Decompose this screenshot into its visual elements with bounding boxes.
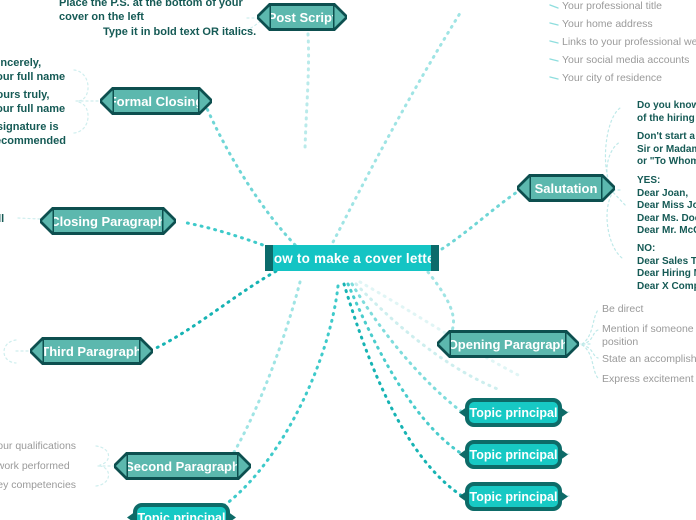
hex-cap-left	[30, 337, 44, 365]
leaf-header-home-address: Your home address	[562, 18, 653, 30]
branch-label-salutation: Salutation	[534, 180, 598, 196]
leaf-post-script-formatting: Type it in bold text OR italics.	[103, 26, 257, 38]
hex-cap-right	[237, 452, 251, 480]
branch-node-salutation[interactable]: Salutation	[517, 174, 615, 202]
topic-node[interactable]: Topic principal	[459, 482, 568, 511]
branch-label-closing-paragraph: Closing Paragraph	[50, 213, 166, 229]
branch-label-third-paragraph: Third Paragraph	[41, 343, 142, 359]
branch-label-opening-paragraph: Opening Paragraph	[447, 336, 569, 352]
mindmap-canvas: How to make a cover letter Post Script F…	[0, 0, 696, 520]
hex-cap-left	[437, 330, 451, 358]
leaf-formal-closing-signature: m signature is : recommended	[0, 121, 66, 147]
branch-node-post-script[interactable]: Post Script	[257, 3, 347, 31]
branch-node-opening-paragraph[interactable]: Opening Paragraph	[437, 330, 579, 358]
leaf-opening-express-excitement: Express excitement	[602, 373, 694, 385]
leaf-closing-paragraph-note: all	[0, 213, 5, 225]
leaf-salutation-dont-start: Don't start a Sir or Madam or "To Whom	[637, 131, 696, 167]
leaf-salutation-no-examples: NO: Dear Sales Te Dear Hiring M Dear X C…	[637, 243, 696, 292]
topic-label: Topic principal	[469, 447, 558, 462]
branch-node-second-paragraph[interactable]: Second Paragraph	[114, 452, 251, 480]
leaf-opening-state-accomplishment: State an accomplishr	[602, 353, 696, 365]
central-topic-node[interactable]: How to make a cover letter	[264, 245, 440, 271]
hex-cap-right	[601, 174, 615, 202]
center-bracket-left	[265, 245, 273, 271]
hex-cap-right	[162, 207, 176, 235]
hex-cap-right	[139, 337, 153, 365]
leaf-formal-closing-yours-truly: Yours truly, your full name	[0, 89, 66, 115]
branch-label-post-script: Post Script	[267, 9, 337, 25]
topic-node[interactable]: Topic principal	[459, 398, 568, 427]
leaf-post-script-placement: Place the P.S. at the bottom of your cov…	[59, 0, 243, 23]
hex-cap-left	[100, 87, 114, 115]
topic-label: Topic principal	[469, 405, 558, 420]
branch-node-closing-paragraph[interactable]: Closing Paragraph	[40, 207, 176, 235]
leaf-header-professional-web: Links to your professional web	[562, 36, 696, 48]
leaf-header-professional-title: Your professional title	[562, 0, 663, 12]
branch-label-formal-closing: Formal Closing	[108, 93, 204, 109]
leaf-opening-mention-referral: Mention if someone position	[602, 323, 694, 348]
leaf-header-city-residence: Your city of residence	[562, 72, 663, 84]
hex-cap-left	[114, 452, 128, 480]
hex-cap-left	[257, 3, 271, 31]
hex-cap-left	[40, 207, 54, 235]
branch-node-third-paragraph[interactable]: Third Paragraph	[30, 337, 153, 365]
leaf-salutation-hiring-manager: Do you know t of the hiring m	[637, 100, 696, 124]
leaf-formal-closing-sincerely: Sincerely, your full name	[0, 57, 66, 83]
branch-label-second-paragraph: Second Paragraph	[125, 458, 240, 474]
topic-node[interactable]: Topic principal	[459, 440, 568, 469]
center-bracket-right	[431, 245, 439, 271]
topic-label: Topic principal	[137, 510, 226, 520]
leaf-opening-be-direct: Be direct	[602, 303, 644, 315]
leaf-second-paragraph-work: e work performed	[0, 460, 70, 472]
leaf-salutation-yes-examples: YES: Dear Joan, Dear Miss Jor Dear Ms. D…	[637, 175, 696, 236]
topic-node[interactable]: Topic principal	[127, 503, 236, 520]
hex-cap-right	[565, 330, 579, 358]
topic-label: Topic principal	[469, 489, 558, 504]
leaf-second-paragraph-competencies: key competencies	[0, 479, 77, 491]
hex-cap-right	[333, 3, 347, 31]
hex-cap-right	[198, 87, 212, 115]
leaf-header-social-media: Your social media accounts	[562, 54, 690, 66]
leaf-second-paragraph-qualifications: your qualifications	[0, 440, 77, 452]
hex-cap-left	[517, 174, 531, 202]
branch-node-formal-closing[interactable]: Formal Closing	[100, 87, 212, 115]
central-topic-label: How to make a cover letter	[263, 250, 441, 266]
